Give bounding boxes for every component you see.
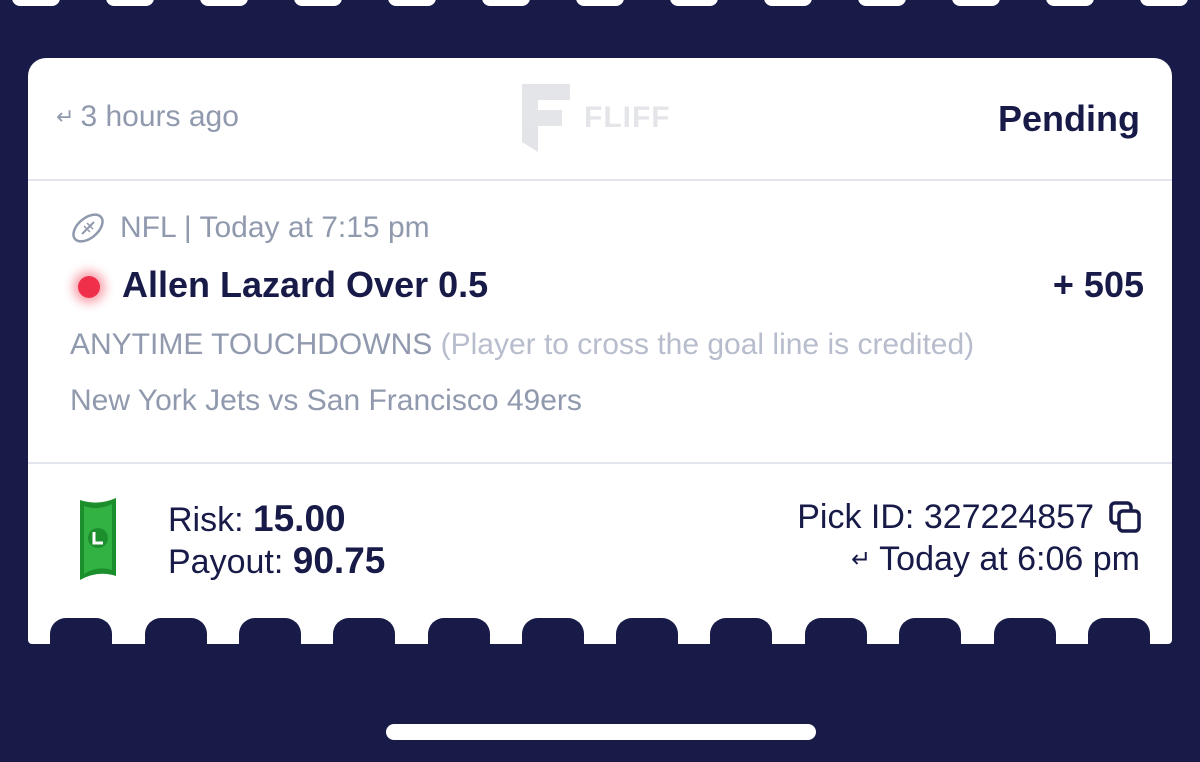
live-dot-icon — [78, 276, 100, 298]
placed-time: Today at 6:06 pm — [879, 540, 1140, 578]
pick-selection-row: Allen Lazard Over 0.5 + 505 — [72, 262, 1144, 310]
matchup: New York Jets vs San Francisco 49ers — [70, 384, 582, 417]
payout-label: Payout: — [168, 543, 284, 581]
ticket-top-perforation — [0, 0, 1200, 6]
return-arrow-icon: ↵ — [851, 546, 872, 573]
pick-id-label: Pick ID: — [797, 498, 915, 536]
risk-label: Risk: — [168, 501, 244, 539]
home-indicator[interactable] — [386, 724, 816, 740]
placed-time-row: ↵ Today at 6:06 pm — [851, 540, 1140, 579]
pick-id-row: Pick ID: 327224857 — [797, 498, 1144, 537]
footer-divider — [28, 462, 1172, 464]
fliff-logo: FLIFF — [518, 80, 671, 156]
bet-ticket-card[interactable]: ↵ 3 hours ago FLIFF Pending NFL | Today … — [28, 58, 1172, 644]
market-note: (Player to cross the goal line is credit… — [440, 328, 975, 361]
cash-icon — [80, 498, 116, 580]
football-icon — [72, 213, 104, 243]
ticket-header: ↵ 3 hours ago FLIFF Pending — [28, 58, 1172, 180]
league-time-text: NFL | Today at 7:15 pm — [120, 211, 430, 244]
pick-selection: Allen Lazard Over 0.5 — [122, 264, 489, 305]
fliff-logo-text: FLIFF — [584, 101, 671, 134]
return-arrow-icon: ↵ — [56, 104, 75, 129]
league-time-row: NFL | Today at 7:15 pm — [68, 208, 430, 248]
risk-value: 15.00 — [253, 498, 346, 539]
market-name: ANYTIME TOUCHDOWNS — [70, 328, 433, 361]
time-ago-text: 3 hours ago — [80, 100, 239, 133]
pick-id-value: 327224857 — [923, 498, 1094, 536]
pick-odds: + 505 — [1052, 264, 1144, 305]
header-divider — [28, 179, 1172, 181]
payout-amount: Payout: 90.75 — [168, 540, 385, 582]
payout-value: 90.75 — [292, 540, 386, 581]
market-line: ANYTIME TOUCHDOWNS (Player to cross the … — [70, 328, 974, 362]
time-ago: ↵ 3 hours ago — [56, 100, 239, 134]
risk-amount: Risk: 15.00 — [168, 498, 346, 540]
ticket-bottom-perforation — [28, 618, 1172, 644]
status-label: Pending — [998, 98, 1140, 139]
copy-icon[interactable] — [1108, 500, 1144, 536]
fliff-logo-mark — [522, 84, 570, 152]
